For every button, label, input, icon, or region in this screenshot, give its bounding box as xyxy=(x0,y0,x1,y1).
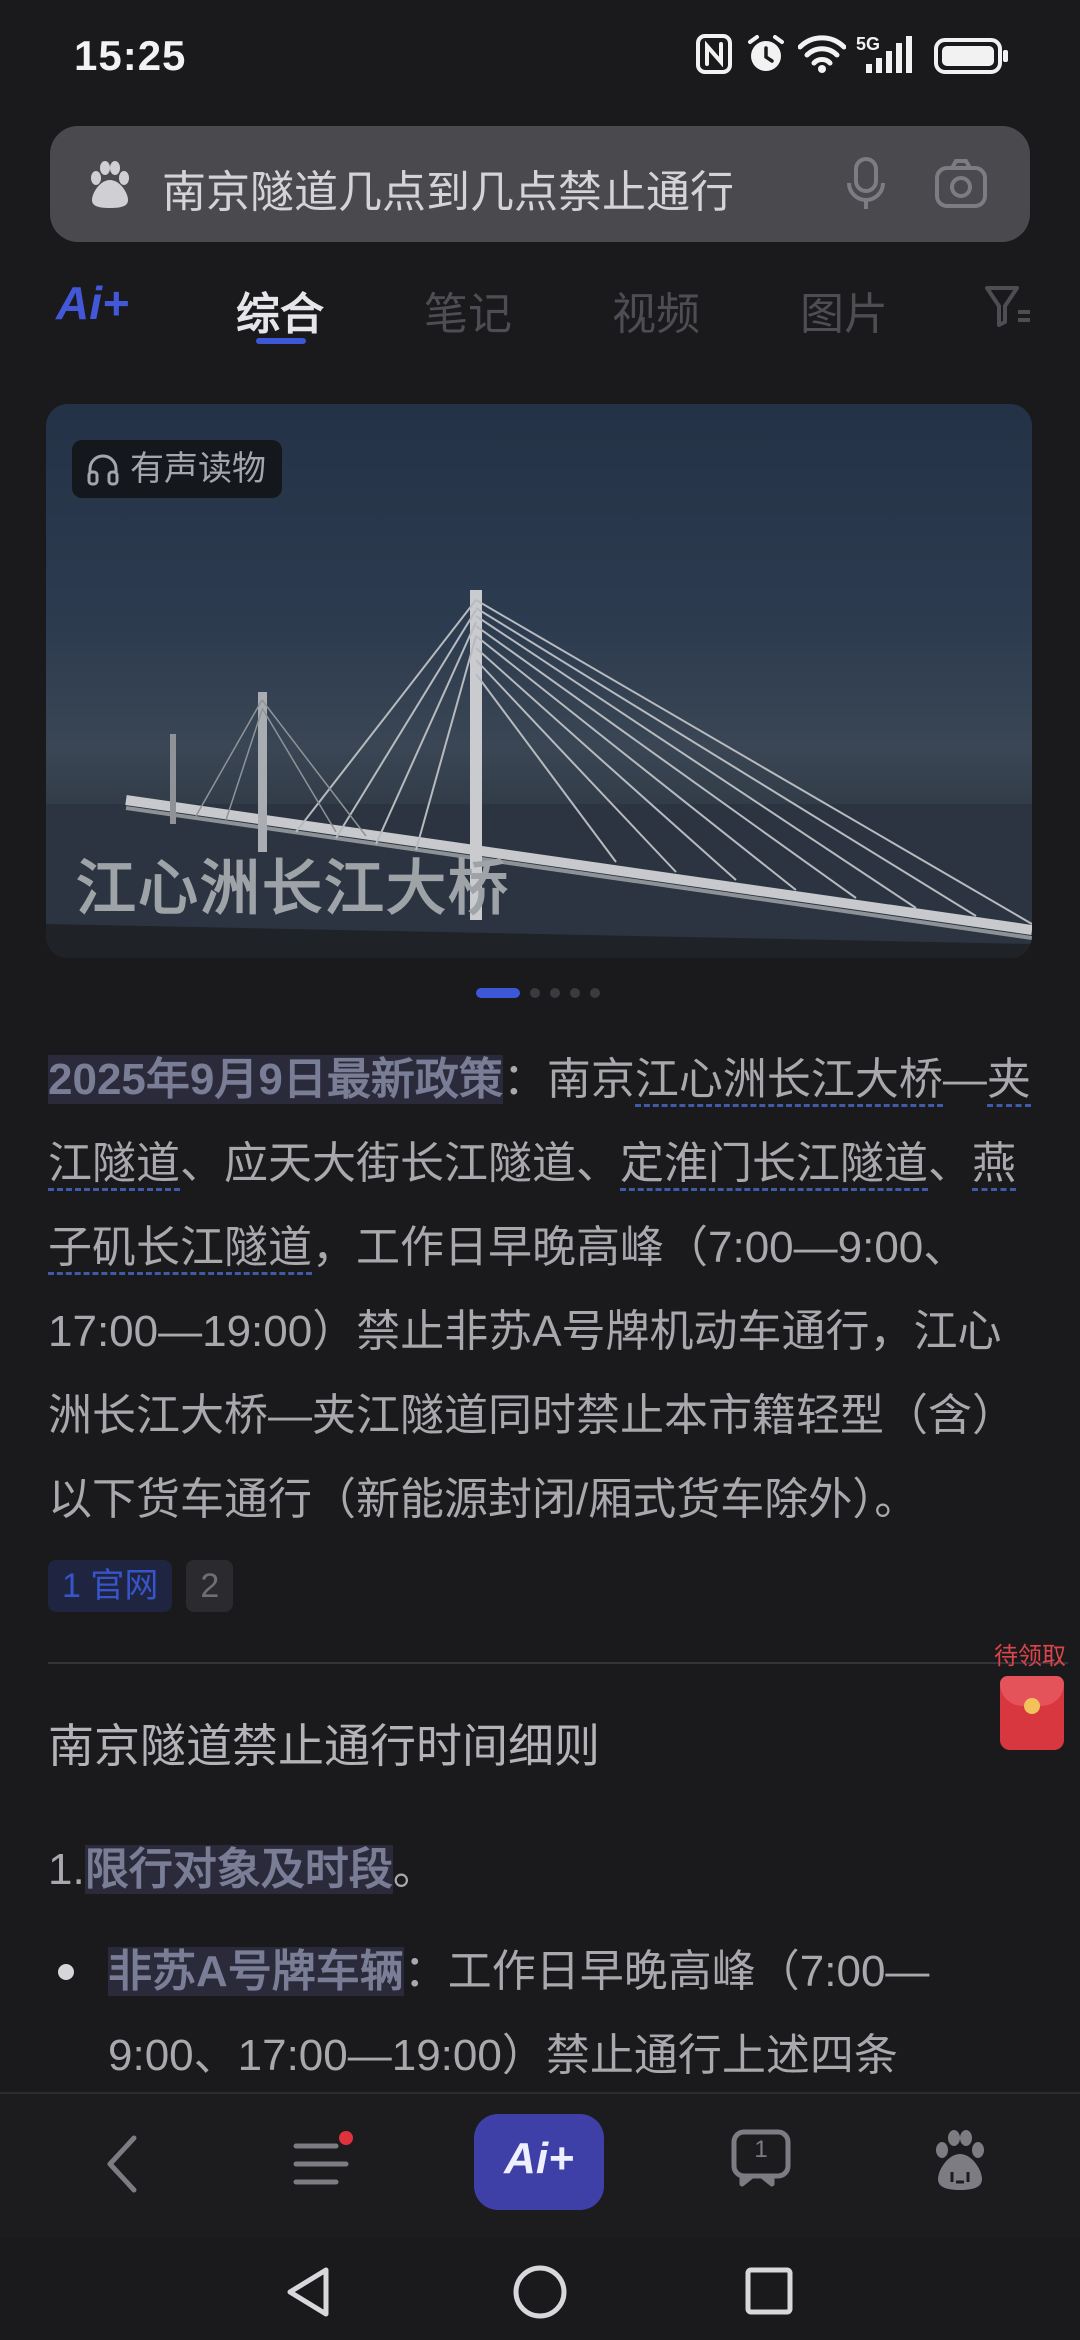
ai-plus-button[interactable]: Ai+ xyxy=(474,2114,604,2210)
text-segment: 南京 xyxy=(546,1055,635,1104)
link-dinghuaimen-tunnel[interactable]: 定淮门长江隧道 xyxy=(620,1139,928,1191)
baidu-paw-icon[interactable] xyxy=(930,2128,990,2192)
alarm-icon xyxy=(748,35,784,71)
signal-5g-icon xyxy=(866,36,912,73)
filter-icon[interactable] xyxy=(984,284,1032,328)
carousel-indicator xyxy=(476,986,616,998)
audiobook-badge[interactable]: 有声读物 xyxy=(72,440,282,498)
list-item: 1.限行对象及时段。 xyxy=(48,1828,1034,1912)
list-number: 1. xyxy=(48,1845,85,1894)
colon: ： xyxy=(403,1947,448,1996)
policy-date-highlight: 2025年9月9日最新政策 xyxy=(48,1055,503,1104)
colon: ： xyxy=(502,1055,547,1104)
baidu-paw-icon xyxy=(91,161,129,208)
audiobook-label: 有声读物 xyxy=(130,450,266,488)
headphones-icon xyxy=(87,454,119,486)
search-box[interactable]: 南京隧道几点到几点禁止通行 xyxy=(50,126,1030,242)
search-input[interactable]: 南京隧道几点到几点禁止通行 xyxy=(162,156,734,220)
bullet-title-highlight: 非苏A号牌车辆 xyxy=(108,1947,404,1996)
battery-icon xyxy=(934,38,1008,74)
carousel-dot xyxy=(550,988,560,998)
camera-icon[interactable] xyxy=(934,158,988,210)
citation-2[interactable]: 2 xyxy=(186,1560,234,1613)
system-recents-icon[interactable] xyxy=(744,2266,794,2316)
microphone-icon[interactable] xyxy=(846,156,886,212)
carousel-dot xyxy=(570,988,580,998)
hero-image-card[interactable]: 有声读物 江心洲长江大桥 xyxy=(46,404,1032,958)
status-time: 15:25 xyxy=(74,32,187,79)
system-navigation-bar xyxy=(0,2238,1080,2340)
text-segment: 、应天大街长江隧道、 xyxy=(180,1139,620,1188)
tab-bar: Ai+ 综合 笔记 视频 图片 xyxy=(0,264,1080,354)
text-segment: — xyxy=(942,1055,987,1104)
list-end: 。 xyxy=(392,1845,437,1894)
bullet-item: 非苏A号牌车辆：工作日早晚高峰（7:00—9:00、17:00—19:00）禁止… xyxy=(58,1930,1024,2098)
answer-paragraph: 2025年9月9日最新政策：南京江心洲长江大桥—夹江隧道、应天大街长江隧道、定淮… xyxy=(48,1038,1034,1626)
citation-official-site[interactable]: 1 官网 xyxy=(48,1560,173,1613)
system-back-icon[interactable] xyxy=(284,2266,332,2318)
citation-label: 官网 xyxy=(90,1567,159,1606)
bottom-nav: Ai+ 1 xyxy=(0,2092,1080,2240)
system-home-icon[interactable] xyxy=(512,2264,568,2320)
status-bar: 15:25 5G xyxy=(0,0,1080,120)
tab-videos[interactable]: 视频 xyxy=(612,278,700,342)
list-title-highlight: 限行对象及时段 xyxy=(84,1845,393,1894)
text-segment: 、 xyxy=(928,1139,972,1188)
redpack-label[interactable]: 待领取 xyxy=(994,1636,1066,1671)
tabs-count: 1 xyxy=(754,2136,768,2163)
tab-ai[interactable]: Ai+ xyxy=(56,276,129,330)
menu-icon[interactable] xyxy=(290,2128,360,2198)
back-icon[interactable] xyxy=(104,2134,140,2194)
tab-images[interactable]: 图片 xyxy=(800,278,888,342)
section-title: 南京隧道禁止通行时间细则 xyxy=(48,1720,600,1772)
link-jiangxinzhou-bridge[interactable]: 江心洲长江大桥 xyxy=(634,1055,943,1107)
bullet-dot xyxy=(58,1964,74,1980)
ai-plus-label: Ai+ xyxy=(504,2134,574,2183)
nfc-icon xyxy=(696,34,732,74)
section-divider xyxy=(48,1662,1068,1664)
tab-comprehensive[interactable]: 综合 xyxy=(236,278,324,342)
hero-title: 江心洲长江大桥 xyxy=(76,855,510,922)
carousel-dot xyxy=(590,988,600,998)
carousel-dot-active xyxy=(476,988,520,998)
tab-active-indicator xyxy=(256,338,306,344)
citation-number: 1 xyxy=(62,1567,81,1606)
wifi-icon xyxy=(798,35,846,73)
carousel-dot xyxy=(530,988,540,998)
tab-notes[interactable]: 笔记 xyxy=(424,278,512,342)
